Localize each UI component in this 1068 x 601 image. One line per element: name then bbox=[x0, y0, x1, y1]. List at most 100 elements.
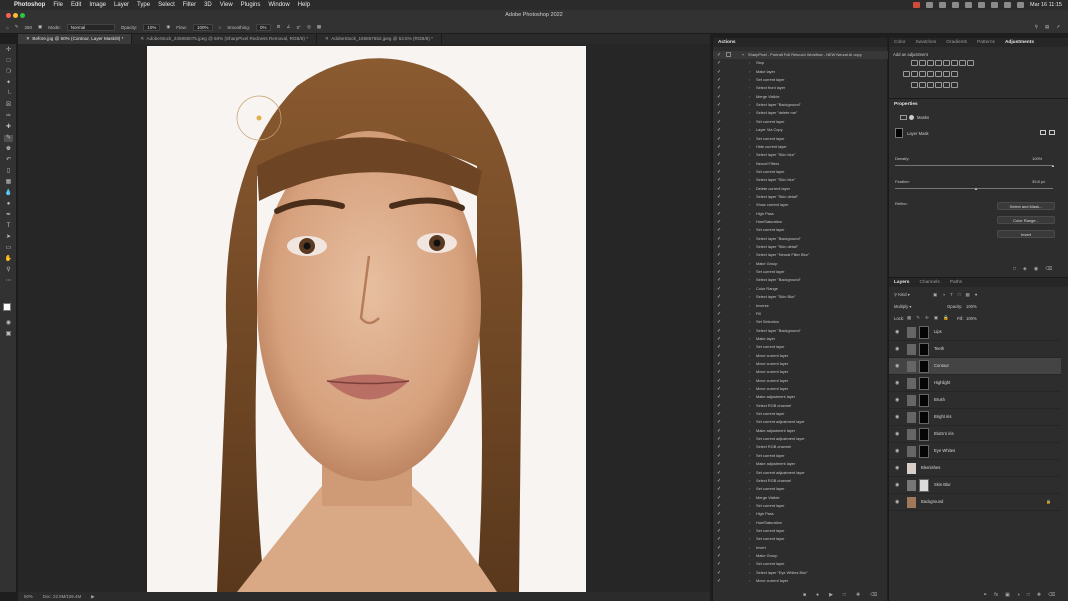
chevron-right-icon[interactable]: › bbox=[749, 243, 750, 251]
check-icon[interactable]: ✓ bbox=[717, 59, 721, 67]
layer-row[interactable]: ◉ 🔒 Background bbox=[889, 494, 1061, 511]
eye-icon[interactable]: ◉ bbox=[895, 363, 899, 369]
doc-size[interactable]: Doc: 22.9M/106.4M bbox=[43, 592, 81, 601]
status-app-icon[interactable] bbox=[938, 2, 946, 8]
check-icon[interactable]: ✓ bbox=[717, 494, 721, 502]
doc-tab-stock[interactable]: ✕ AdobeStock_165867652.jpeg @ 53.5% (RGB… bbox=[317, 34, 442, 44]
check-icon[interactable]: ✓ bbox=[717, 285, 721, 293]
adjustment-type-icon[interactable] bbox=[935, 71, 942, 77]
layer-mask-thumb[interactable] bbox=[919, 377, 929, 390]
lock-transparent-icon[interactable]: ▩ bbox=[907, 315, 911, 321]
action-item[interactable]: ✓ › Set current layer bbox=[713, 168, 888, 176]
eye-icon[interactable]: ◉ bbox=[895, 414, 899, 420]
chevron-right-icon[interactable]: › bbox=[749, 193, 750, 201]
adjustment-type-icon[interactable] bbox=[919, 82, 926, 88]
quick-mask-icon[interactable]: ◉ bbox=[4, 320, 13, 327]
action-item[interactable]: ✓ › Select RGB channel bbox=[713, 443, 888, 451]
chevron-right-icon[interactable]: › bbox=[749, 293, 750, 301]
action-item[interactable]: ✓ › Make adjustment layer bbox=[713, 393, 888, 401]
search-icon[interactable]: ⚲ bbox=[1035, 24, 1038, 30]
check-icon[interactable]: ✓ bbox=[717, 218, 721, 226]
menu-3d[interactable]: 3D bbox=[204, 2, 212, 8]
chevron-right-icon[interactable]: › bbox=[749, 93, 750, 101]
action-item[interactable]: ✓ › Make Group bbox=[713, 260, 888, 268]
check-icon[interactable]: ✓ bbox=[717, 84, 721, 92]
density-slider[interactable] bbox=[895, 165, 1053, 166]
check-icon[interactable]: ✓ bbox=[717, 268, 721, 276]
layer-name[interactable]: Background bbox=[921, 499, 943, 504]
status-arrow-icon[interactable]: ▶ bbox=[91, 592, 94, 601]
chevron-right-icon[interactable]: › bbox=[749, 59, 750, 67]
shape-filter-icon[interactable]: □ bbox=[958, 292, 961, 298]
check-icon[interactable]: ✓ bbox=[717, 76, 721, 84]
check-icon[interactable]: ✓ bbox=[717, 452, 721, 460]
check-icon[interactable]: ✓ bbox=[717, 276, 721, 284]
gradient-tool-icon[interactable]: ▦ bbox=[4, 179, 13, 186]
layer-mask-thumb[interactable] bbox=[919, 428, 929, 441]
zoom-window-button[interactable] bbox=[20, 13, 25, 18]
action-item[interactable]: ✓ › Select layer "Skin Blur" bbox=[713, 293, 888, 301]
clock[interactable]: Mar 16 11:15 bbox=[1030, 2, 1062, 8]
document-canvas[interactable] bbox=[147, 46, 586, 592]
adjustment-type-icon[interactable] bbox=[927, 82, 934, 88]
action-item[interactable]: ✓ › Make layer bbox=[713, 335, 888, 343]
check-icon[interactable]: ✓ bbox=[717, 402, 721, 410]
marquee-tool-icon[interactable]: □ bbox=[4, 58, 13, 65]
chevron-right-icon[interactable]: › bbox=[749, 435, 750, 443]
action-item[interactable]: ✓ › Select layer "delete me" bbox=[713, 109, 888, 117]
action-item[interactable]: ✓ › Select RGB channel bbox=[713, 402, 888, 410]
chevron-right-icon[interactable]: › bbox=[749, 68, 750, 76]
action-item[interactable]: ✓ › Merge Visible bbox=[713, 93, 888, 101]
chevron-right-icon[interactable]: › bbox=[749, 302, 750, 310]
check-icon[interactable]: ✓ bbox=[717, 519, 721, 527]
eye-icon[interactable]: ◉ bbox=[895, 329, 899, 335]
check-icon[interactable]: ✓ bbox=[717, 210, 721, 218]
chevron-right-icon[interactable]: › bbox=[749, 109, 750, 117]
blend-mode-select[interactable]: Multiply ▾ bbox=[894, 304, 911, 309]
check-icon[interactable]: ✓ bbox=[717, 343, 721, 351]
tab-layers[interactable]: Layers bbox=[894, 278, 909, 287]
load-selection-icon[interactable]: □ bbox=[1013, 266, 1016, 272]
feather-slider-thumb[interactable]: ▲ bbox=[974, 186, 978, 191]
chevron-down-icon[interactable]: ▾ bbox=[742, 51, 744, 59]
minimize-window-button[interactable] bbox=[13, 13, 18, 18]
check-icon[interactable]: ✓ bbox=[717, 577, 721, 585]
layer-row[interactable]: ◉ Eye Whites bbox=[889, 443, 1061, 460]
layer-row[interactable]: ◉ BluGrn iris bbox=[889, 426, 1061, 443]
chevron-right-icon[interactable]: › bbox=[749, 126, 750, 134]
action-item[interactable]: ✓ › Set current layer bbox=[713, 226, 888, 234]
check-icon[interactable]: ✓ bbox=[717, 352, 721, 360]
adjustment-type-icon[interactable] bbox=[927, 60, 934, 66]
status-app-icon[interactable] bbox=[912, 2, 920, 8]
menu-layer[interactable]: Layer bbox=[114, 2, 129, 8]
layer-row[interactable]: ◉ Highlight bbox=[889, 375, 1061, 392]
menu-select[interactable]: Select bbox=[158, 2, 175, 8]
pixel-mask-icon[interactable] bbox=[900, 115, 907, 120]
action-item[interactable]: ✓ › Select RGB channel bbox=[713, 477, 888, 485]
layer-name[interactable]: Bright iris bbox=[934, 414, 951, 419]
trash-icon[interactable]: ⌫ bbox=[1048, 592, 1055, 598]
check-icon[interactable]: ✓ bbox=[717, 293, 721, 301]
share-icon[interactable]: ➚ bbox=[1056, 24, 1060, 30]
check-icon[interactable]: ✓ bbox=[717, 260, 721, 268]
healing-tool-icon[interactable]: ✚ bbox=[4, 124, 13, 131]
eye-icon[interactable]: ◉ bbox=[895, 346, 899, 352]
chevron-right-icon[interactable]: › bbox=[749, 519, 750, 527]
select-and-mask-button[interactable]: Select and Mask... bbox=[997, 202, 1055, 210]
chevron-right-icon[interactable]: › bbox=[749, 168, 750, 176]
menu-filter[interactable]: Filter bbox=[183, 2, 196, 8]
check-icon[interactable]: ✓ bbox=[717, 544, 721, 552]
eye-icon[interactable]: ◉ bbox=[895, 448, 899, 454]
doc-tab-redness[interactable]: ✕ AdobeStock_245965075.jpeg @ 50% (Sharp… bbox=[132, 34, 317, 44]
action-item[interactable]: ✓ › Set current layer bbox=[713, 343, 888, 351]
action-item[interactable]: ✓ › Select layer "Background" bbox=[713, 327, 888, 335]
check-icon[interactable]: ✓ bbox=[717, 527, 721, 535]
check-icon[interactable]: ✓ bbox=[717, 68, 721, 76]
dialog-toggle-icon[interactable] bbox=[726, 52, 731, 57]
action-item[interactable]: ✓ › Select front layer bbox=[713, 84, 888, 92]
action-item[interactable]: ✓ › Select layer "Skin detail" bbox=[713, 243, 888, 251]
search-icon[interactable] bbox=[1003, 2, 1011, 8]
layer-name[interactable]: Highlight bbox=[934, 380, 950, 385]
tab-patterns[interactable]: Patterns bbox=[977, 38, 995, 47]
airbrush-icon[interactable]: ○ bbox=[219, 25, 222, 30]
